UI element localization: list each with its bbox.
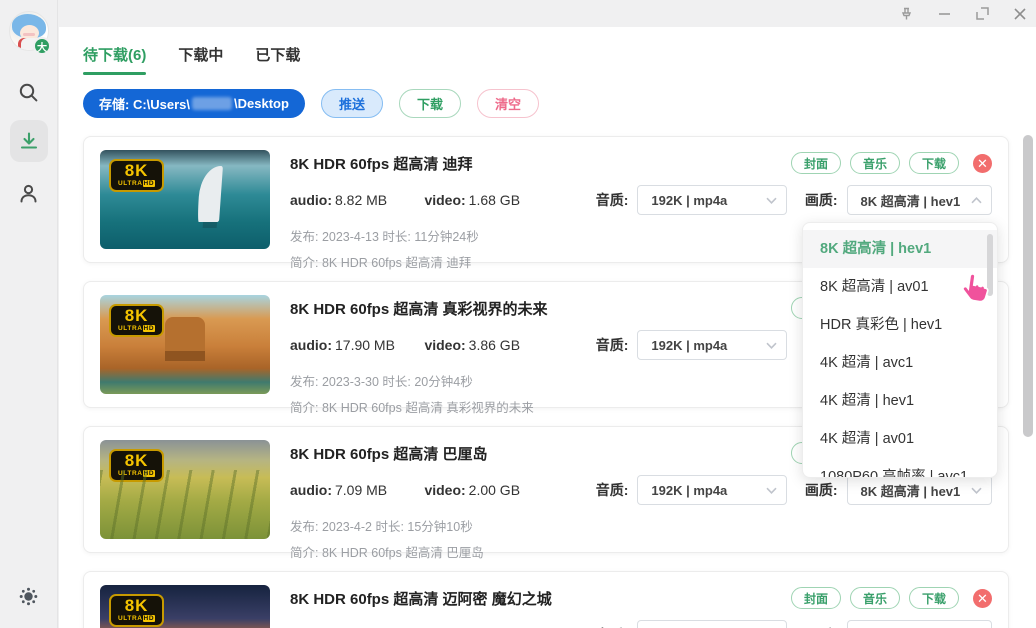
download-tag-button[interactable]: 下载 <box>908 587 959 609</box>
download-tag-button[interactable]: 下载 <box>908 152 959 174</box>
dropdown-option[interactable]: 1080P60 高帧率 | avc1 <box>803 458 997 477</box>
tab-pending[interactable]: 待下载(6) <box>83 44 147 75</box>
8k-ultrahd-badge: 8K ULTRAHD <box>109 594 165 627</box>
video-quality-label: 画质: <box>804 482 838 498</box>
8k-ultrahd-badge: 8K ULTRAHD <box>109 449 165 482</box>
main-scrollbar[interactable] <box>1023 27 1033 628</box>
cover-tag-button[interactable]: 封面 <box>790 587 841 609</box>
window-controls <box>898 0 1028 27</box>
dropdown-option[interactable]: 4K 超清 | avc1 <box>803 344 997 382</box>
dropdown-option[interactable]: 8K 超高清 | av01 <box>803 268 997 306</box>
titlebar <box>0 0 1036 27</box>
audio-quality-label: 音质: <box>595 192 629 208</box>
audio-quality-select[interactable]: 192K | mp4a <box>637 185 787 215</box>
download-nav-icon[interactable] <box>9 120 48 162</box>
minimize-icon[interactable] <box>936 6 952 22</box>
chevron-down-icon <box>766 487 777 494</box>
video-thumbnail: 8K ULTRAHD <box>100 585 270 628</box>
maximize-icon[interactable] <box>974 6 990 22</box>
audio-size-value: 17.90 MB <box>335 337 395 353</box>
sidebar: 大 <box>0 0 58 628</box>
video-quality-label: 画质: <box>804 192 838 208</box>
audio-quality-select[interactable]: 192K | mp4a <box>637 330 787 360</box>
audio-quality-label: 音质: <box>595 482 629 498</box>
video-title: 8K HDR 60fps 超高清 迪拜 <box>290 155 473 173</box>
dropdown-scrollbar-thumb[interactable] <box>987 234 993 296</box>
dropdown-option[interactable]: HDR 真彩色 | hev1 <box>803 306 997 344</box>
main-scrollbar-thumb[interactable] <box>1023 135 1033 437</box>
chevron-down-icon <box>766 342 777 349</box>
video-title: 8K HDR 60fps 超高清 迈阿密 魔幻之城 <box>290 590 552 608</box>
music-tag-button[interactable]: 音乐 <box>849 587 900 609</box>
avatar[interactable]: 大 <box>9 11 51 55</box>
audio-size-value: 8.82 MB <box>335 192 388 208</box>
8k-ultrahd-badge: 8K ULTRAHD <box>109 159 165 192</box>
video-thumbnail: 8K ULTRAHD <box>100 440 270 539</box>
video-size-value: 3.86 GB <box>468 337 521 353</box>
remove-card-button[interactable]: ✕ <box>973 588 992 608</box>
clear-button[interactable]: 清空 <box>476 89 539 118</box>
video-size-label: video: <box>424 337 466 353</box>
audio-size-value: 7.09 MB <box>335 482 388 498</box>
toolbar: 存储: C:\Users\ \Desktop 推送 下载 清空 <box>83 89 1036 118</box>
video-quality-select[interactable]: 8K 超高清 | hev1 <box>846 185 993 215</box>
dropdown-option[interactable]: 8K 超高清 | hev1 <box>803 230 997 268</box>
tab-bar: 待下载(6) 下载中 已下载 <box>83 44 1036 75</box>
dropdown-option[interactable]: 4K 超清 | av01 <box>803 420 997 458</box>
video-size-label: video: <box>424 482 466 498</box>
video-quality-select[interactable]: 8K 超高清 | hev1 <box>846 475 993 505</box>
avatar-level-badge: 大 <box>33 37 51 55</box>
storage-path-prefix: 存储: C:\Users\ <box>99 97 191 112</box>
video-card: 8K ULTRAHD 8K HDR 60fps 超高清 迈阿密 魔幻之城 封面 … <box>83 571 1009 628</box>
audio-quality-select[interactable]: 192K | mp4a <box>637 620 787 628</box>
tab-downloading[interactable]: 下载中 <box>178 44 223 75</box>
settings-gear-icon[interactable] <box>18 585 40 607</box>
pin-icon[interactable] <box>898 6 914 22</box>
cover-tag-button[interactable]: 封面 <box>790 152 841 174</box>
video-title: 8K HDR 60fps 超高清 真彩视界的未来 <box>290 300 548 318</box>
push-button[interactable]: 推送 <box>320 89 383 118</box>
audio-quality-label: 音质: <box>595 337 629 353</box>
video-size-value: 2.00 GB <box>468 482 521 498</box>
chevron-down-icon <box>971 487 982 494</box>
audio-quality-select[interactable]: 192K | mp4a <box>637 475 787 505</box>
chevron-up-icon <box>971 196 982 203</box>
publish-info: 发布: 2023-4-2 时长: 15分钟10秒 <box>290 520 473 534</box>
description-info: 简介: 8K HDR 60fps 超高清 巴厘岛 <box>290 546 484 560</box>
person-icon[interactable] <box>16 180 42 206</box>
tab-downloaded[interactable]: 已下载 <box>255 44 300 75</box>
video-size-value: 1.68 GB <box>468 192 521 208</box>
audio-size-label: audio: <box>290 192 332 208</box>
download-all-button[interactable]: 下载 <box>398 89 461 118</box>
storage-username-redacted <box>192 97 233 110</box>
video-quality-dropdown: 8K 超高清 | hev1 8K 超高清 | av01 HDR 真彩色 | he… <box>802 222 998 478</box>
storage-path-button[interactable]: 存储: C:\Users\ \Desktop <box>83 89 305 118</box>
dropdown-option[interactable]: 4K 超清 | hev1 <box>803 382 997 420</box>
video-thumbnail: 8K ULTRAHD <box>100 150 270 249</box>
audio-size-label: audio: <box>290 337 332 353</box>
chevron-down-icon <box>766 197 777 204</box>
video-title: 8K HDR 60fps 超高清 巴厘岛 <box>290 445 488 463</box>
close-icon[interactable] <box>1012 6 1028 22</box>
video-quality-select[interactable]: 8K 超高清 | hev1 <box>846 620 993 628</box>
music-tag-button[interactable]: 音乐 <box>849 152 900 174</box>
video-size-label: video: <box>424 192 466 208</box>
remove-card-button[interactable]: ✕ <box>973 153 992 173</box>
video-thumbnail: 8K ULTRAHD <box>100 295 270 394</box>
search-icon[interactable] <box>16 79 42 105</box>
audio-size-label: audio: <box>290 482 332 498</box>
storage-path-suffix: \Desktop <box>234 96 289 111</box>
8k-ultrahd-badge: 8K ULTRAHD <box>109 304 165 337</box>
